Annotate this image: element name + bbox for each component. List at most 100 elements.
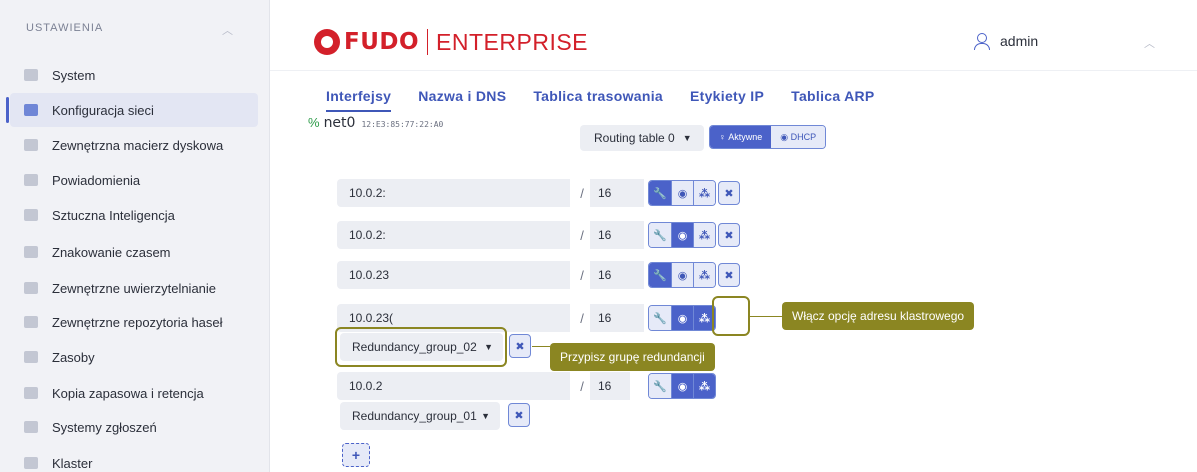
folder-icon — [24, 69, 38, 81]
tab-interfaces[interactable]: Interfejsy — [326, 88, 392, 112]
archive-icon — [24, 387, 38, 399]
netmask-input[interactable]: 16 — [590, 179, 644, 207]
fudo-logo-icon — [314, 29, 340, 55]
sidebar-item-label: Zewnętrzna macierz dyskowa — [52, 137, 224, 153]
remove-group-button[interactable]: ✖ — [509, 334, 531, 358]
wrench-icon[interactable]: 🔧 — [649, 263, 671, 287]
delete-address-button[interactable]: ✖ — [718, 181, 740, 205]
status-active-toggle[interactable]: ♀ Aktywne — [710, 126, 772, 148]
routing-table-value: Routing table 0 — [594, 131, 675, 145]
storage-icon — [24, 139, 38, 151]
sidebar-item-system[interactable]: System — [10, 58, 258, 92]
globe-icon[interactable]: ◉ — [671, 306, 693, 330]
sitemap-icon[interactable]: ⁂ — [693, 181, 715, 205]
tab-arp-table[interactable]: Tablica ARP — [791, 88, 874, 112]
chevron-down-icon: ▼ — [481, 411, 490, 421]
sitemap-icon[interactable]: ⁂ — [693, 223, 715, 247]
netmask-input[interactable]: 16 — [590, 221, 644, 249]
delete-address-button[interactable]: ✖ — [718, 263, 740, 287]
brain-icon — [24, 209, 38, 221]
chevron-down-icon: ▼ — [682, 133, 692, 143]
wrench-icon[interactable]: 🔧 — [649, 181, 671, 205]
wrench-icon[interactable]: 🔧 — [649, 223, 671, 247]
delete-address-button[interactable]: ✖ — [718, 223, 740, 247]
globe-icon[interactable]: ◉ — [671, 263, 693, 287]
interface-status-toggle: ♀ Aktywne ◉ DHCP — [709, 125, 827, 149]
sidebar-item-password-vaults[interactable]: Zewnętrzne repozytoria haseł — [10, 305, 258, 339]
redundancy-group-value: Redundancy_group_01 — [352, 409, 477, 423]
globe-icon[interactable]: ◉ — [671, 181, 693, 205]
routing-table-select[interactable]: Routing table 0 ▼ — [580, 125, 704, 151]
vault-icon — [24, 316, 38, 328]
netmask-input[interactable]: 16 — [590, 261, 644, 289]
tab-bar: Interfejsy Nazwa i DNS Tablica trasowani… — [326, 88, 902, 112]
ip-address-input[interactable]: 10.0.23 — [337, 261, 570, 289]
redundancy-group-highlight — [335, 327, 507, 367]
sidebar-item-timestamping[interactable]: Znakowanie czasem — [10, 235, 258, 269]
sidebar: USTAWIENIA ︿ System Konfiguracja sieci Z… — [0, 0, 270, 472]
sidebar-item-network[interactable]: Konfiguracja sieci — [6, 93, 258, 127]
remove-group-button[interactable]: ✖ — [508, 403, 530, 427]
user-icon — [974, 33, 990, 50]
mask-separator: / — [580, 267, 584, 283]
interface-name: net0 — [323, 115, 356, 131]
tab-name-dns[interactable]: Nazwa i DNS — [418, 88, 506, 112]
redundancy-group-select[interactable]: Redundancy_group_01 ▼ — [340, 402, 500, 430]
globe-icon: ◉ — [780, 131, 791, 142]
cluster-option-highlight — [712, 296, 750, 336]
sitemap-icon[interactable]: ⁂ — [693, 374, 715, 398]
user-name: admin — [1000, 33, 1039, 49]
chevron-up-icon[interactable]: ︿ — [1144, 35, 1155, 51]
sidebar-item-label: System — [52, 67, 96, 83]
cluster-tooltip-connector — [750, 316, 782, 317]
megaphone-icon — [24, 174, 38, 186]
ip-address-input[interactable]: 10.0.2 — [337, 372, 570, 400]
logo-divider — [427, 29, 429, 55]
status-dhcp-label: DHCP — [790, 132, 817, 142]
interface-header: % net0 12:E3:85:77:22:A0 — [308, 115, 443, 131]
logo-primary: FUDO — [344, 29, 420, 55]
sidebar-item-ai[interactable]: Sztuczna Inteligencja — [10, 198, 258, 232]
sidebar-header: USTAWIENIA — [26, 22, 104, 34]
wrench-icon[interactable]: 🔧 — [649, 374, 671, 398]
redundancy-tooltip: Przypisz grupę redundancji — [550, 343, 715, 371]
link-icon: % — [308, 115, 320, 130]
sidebar-item-ticketing[interactable]: Systemy zgłoszeń — [10, 410, 258, 444]
sidebar-item-label: Zewnętrzne repozytoria haseł — [52, 314, 223, 330]
netmask-input[interactable]: 16 — [590, 372, 630, 400]
globe-icon[interactable]: ◉ — [671, 223, 693, 247]
cluster-icon — [24, 457, 38, 469]
sidebar-item-notifications[interactable]: Powiadomienia — [10, 163, 258, 197]
brand-logo: FUDO ENTERPRISE — [314, 26, 588, 58]
sidebar-item-cluster[interactable]: Klaster — [10, 446, 258, 472]
sidebar-item-label: Zewnętrzne uwierzytelnianie — [52, 280, 217, 296]
interface-mac: 12:E3:85:77:22:A0 — [361, 120, 444, 129]
wrench-icon[interactable]: 🔧 — [649, 306, 671, 330]
ip-address-input[interactable]: 10.0.2: — [337, 179, 570, 207]
logo-secondary: ENTERPRISE — [436, 28, 589, 55]
mask-separator: / — [580, 310, 584, 326]
mask-separator: / — [580, 227, 584, 243]
tab-ip-labels[interactable]: Etykiety IP — [690, 88, 764, 112]
sidebar-item-label: Klaster — [52, 455, 93, 471]
globe-icon[interactable]: ◉ — [671, 374, 693, 398]
redundancy-tooltip-connector — [532, 346, 550, 347]
add-address-button[interactable]: + — [342, 443, 370, 467]
header-divider — [270, 70, 1197, 71]
sidebar-item-external-auth[interactable]: Zewnętrzne uwierzytelnianie — [10, 271, 258, 305]
resources-icon — [24, 351, 38, 363]
address-options: 🔧 ◉ ⁂ — [648, 180, 716, 206]
chevron-up-icon[interactable]: ︿ — [222, 22, 233, 38]
stamp-icon — [24, 246, 38, 258]
ip-address-input[interactable]: 10.0.2: — [337, 221, 570, 249]
status-dhcp-toggle[interactable]: ◉ DHCP — [771, 126, 826, 148]
mask-separator: / — [580, 185, 584, 201]
sidebar-item-label: Konfiguracja sieci — [52, 102, 154, 118]
user-menu[interactable]: admin — [974, 33, 1039, 50]
sidebar-item-resources[interactable]: Zasoby — [10, 340, 258, 374]
sitemap-icon[interactable]: ⁂ — [693, 263, 715, 287]
sidebar-item-backup[interactable]: Kopia zapasowa i retencja — [10, 376, 258, 410]
netmask-input[interactable]: 16 — [590, 304, 644, 332]
tab-routing-table[interactable]: Tablica trasowania — [533, 88, 663, 112]
sidebar-item-storage[interactable]: Zewnętrzna macierz dyskowa — [10, 128, 258, 162]
